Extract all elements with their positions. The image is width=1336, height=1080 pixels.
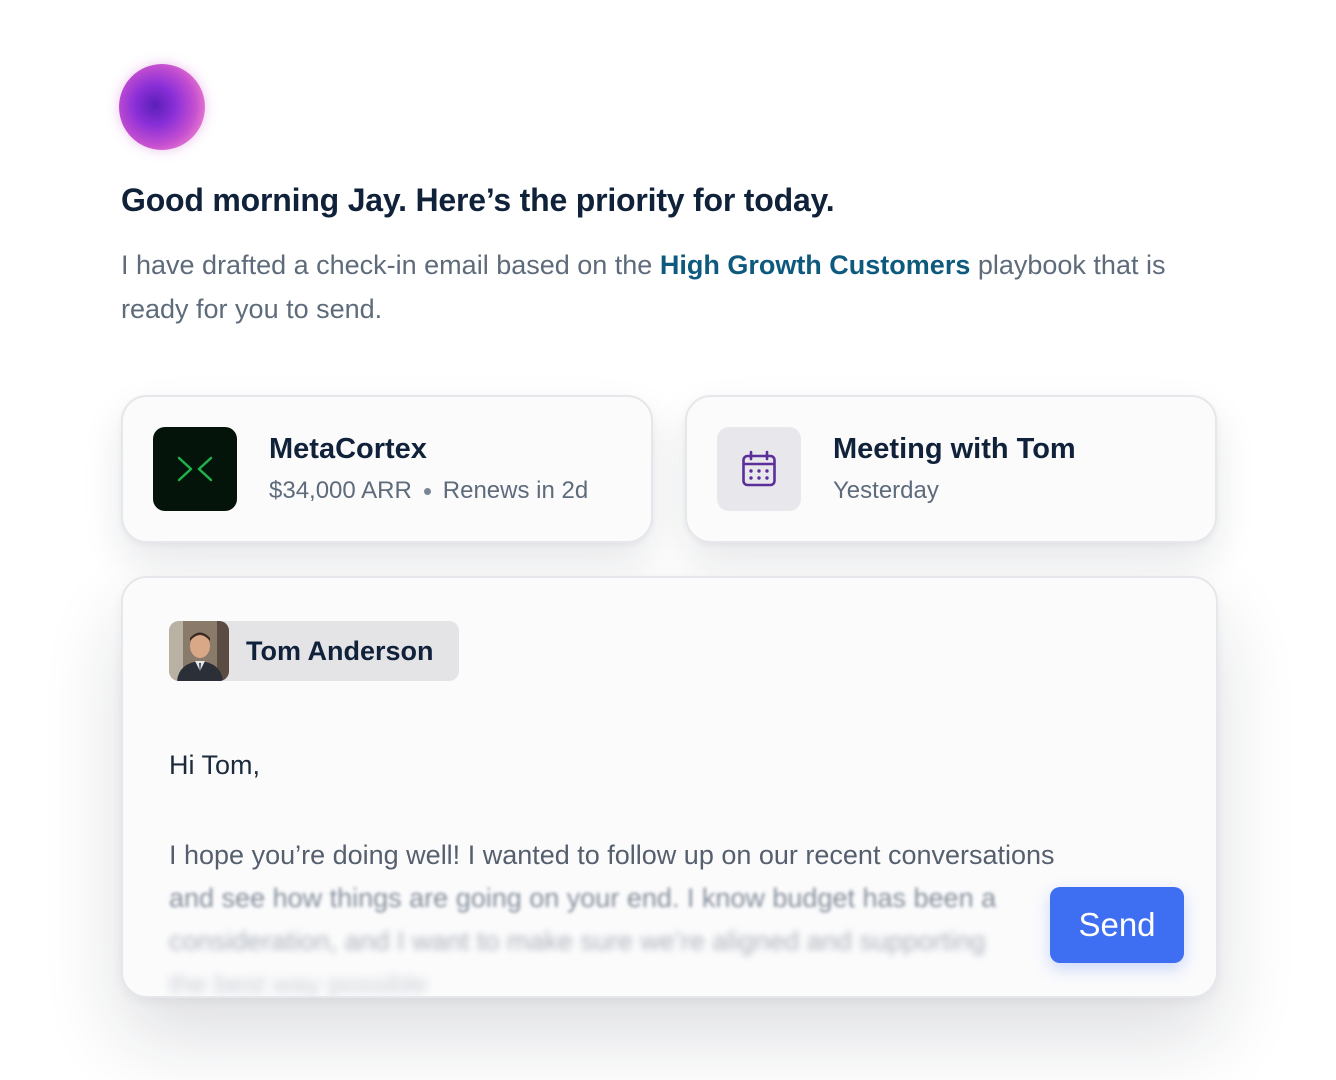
- email-body-line[interactable]: the best way possible: [169, 969, 427, 996]
- email-body-line[interactable]: and see how things are going on your end…: [169, 883, 996, 914]
- email-salutation[interactable]: Hi Tom,: [169, 750, 260, 781]
- recipient-chip[interactable]: Tom Anderson: [169, 621, 459, 681]
- assistant-orb-avatar: [119, 64, 205, 150]
- account-meta: $34,000 ARR Renews in 2d: [269, 477, 588, 505]
- email-draft-card: Tom Anderson Hi Tom, I hope you’re doing…: [121, 576, 1218, 998]
- email-body-line[interactable]: I hope you’re doing well! I wanted to fo…: [169, 840, 1055, 871]
- account-name: MetaCortex: [269, 433, 427, 465]
- intro-text-start: I have drafted a check-in email based on…: [121, 250, 660, 280]
- meeting-time: Yesterday: [833, 477, 939, 504]
- recipient-name: Tom Anderson: [246, 635, 434, 666]
- recipient-avatar: [169, 621, 229, 681]
- meeting-title: Meeting with Tom: [833, 433, 1076, 465]
- send-button[interactable]: Send: [1050, 887, 1184, 963]
- intro-text: I have drafted a check-in email based on…: [121, 243, 1221, 331]
- account-card[interactable]: MetaCortex $34,000 ARR Renews in 2d: [121, 395, 653, 543]
- email-body-line[interactable]: consideration, and I want to make sure w…: [169, 926, 986, 957]
- calendar-icon: [717, 427, 801, 511]
- account-renewal: Renews in 2d: [442, 477, 589, 504]
- separator-dot: [423, 487, 431, 495]
- account-arr: $34,000 ARR: [269, 477, 412, 504]
- meeting-card[interactable]: Meeting with Tom Yesterday: [685, 395, 1217, 543]
- playbook-link[interactable]: High Growth Customers: [660, 250, 971, 280]
- metacortex-logo-icon: [153, 427, 237, 511]
- greeting-heading: Good morning Jay. Here’s the priority fo…: [121, 182, 835, 218]
